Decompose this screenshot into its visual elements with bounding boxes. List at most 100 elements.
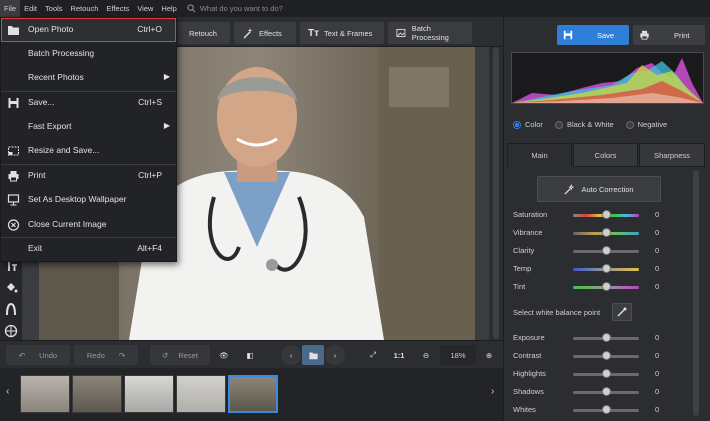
print-icon (640, 30, 649, 40)
menu-tools[interactable]: Tools (41, 0, 67, 17)
thumbnail-selected[interactable] (228, 375, 278, 413)
tab-colors[interactable]: Colors (573, 143, 638, 167)
menu-bar: File Edit Tools Retouch Effects View Hel… (0, 0, 710, 17)
redo-button[interactable]: Redo ↷ (74, 345, 138, 365)
menu-item-resize-save[interactable]: Resize and Save... (1, 139, 176, 163)
resize-icon (8, 146, 19, 156)
print-button[interactable]: Print (633, 25, 705, 45)
tab-label: Text & Frames (324, 28, 373, 38)
white-balance-label: Select white balance point (513, 308, 601, 317)
actual-size-button[interactable]: 1:1 (388, 345, 410, 365)
menu-item-batch-processing[interactable]: Batch Processing (1, 42, 176, 66)
slider-knob[interactable] (602, 405, 611, 414)
slider-saturation[interactable]: Saturation 0 (513, 209, 663, 221)
menu-item-exit[interactable]: Exit Alt+F4 (1, 237, 176, 261)
panel-scrollbar[interactable] (692, 168, 700, 418)
menu-file[interactable]: File (0, 0, 21, 17)
thumbnail[interactable] (124, 375, 174, 413)
tab-sharpness[interactable]: Sharpness (639, 143, 705, 167)
tab-text-frames[interactable]: Tт Text & Frames (300, 22, 384, 44)
tab-effects[interactable]: Effects (234, 22, 296, 44)
tab-label: Batch Processing (411, 24, 449, 42)
reset-button[interactable]: ↺ Reset (150, 345, 210, 365)
mode-black-white[interactable]: Black & White (554, 120, 614, 129)
save-icon (563, 30, 573, 40)
monitor-icon (7, 194, 20, 206)
tab-batch-processing[interactable]: Batch Processing (388, 22, 472, 44)
slider-temp[interactable]: Temp 0 (513, 263, 663, 275)
thumbnail[interactable] (20, 375, 70, 413)
slider-tint[interactable]: Tint 0 (513, 281, 663, 293)
slider-vibrance[interactable]: Vibrance 0 (513, 227, 663, 239)
globe-icon[interactable] (4, 324, 18, 338)
menu-item-save[interactable]: Save... Ctrl+S (1, 91, 176, 115)
slider-knob[interactable] (602, 264, 611, 273)
slider-whites[interactable]: Whites 0 (513, 404, 663, 416)
menu-item-fast-export[interactable]: Fast Export ▶ (1, 115, 176, 139)
slider-shadows[interactable]: Shadows 0 (513, 386, 663, 398)
folder-icon (308, 352, 318, 359)
menu-item-set-wallpaper[interactable]: Set As Desktop Wallpaper (1, 188, 176, 212)
menu-help[interactable]: Help (157, 0, 180, 17)
radio-icon (554, 120, 563, 129)
histogram (511, 52, 704, 104)
zoom-out-icon[interactable]: ⊖ (418, 345, 434, 365)
mode-color[interactable]: Color (513, 120, 543, 129)
tab-main[interactable]: Main (507, 143, 572, 167)
auto-correction-button[interactable]: Auto Correction (537, 176, 661, 202)
redo-icon: ↷ (118, 350, 126, 360)
slider-knob[interactable] (602, 210, 611, 219)
undo-icon: ↶ (18, 350, 26, 360)
submenu-arrow-icon: ▶ (163, 72, 170, 81)
file-menu: Open Photo Ctrl+O Batch Processing Recen… (0, 17, 177, 262)
eye-icon[interactable]: 👁 (214, 345, 234, 365)
prev-arrow-icon[interactable]: ‹ (281, 345, 301, 365)
canvas-scrollbar[interactable] (489, 47, 503, 340)
paint-bucket-icon[interactable] (4, 280, 18, 294)
fit-screen-icon[interactable]: ⤢ (364, 345, 382, 365)
next-arrow-icon[interactable]: › (325, 345, 345, 365)
menu-retouch[interactable]: Retouch (67, 0, 103, 17)
save-button[interactable]: Save (557, 25, 629, 45)
slider-knob[interactable] (602, 333, 611, 342)
slider-clarity[interactable]: Clarity 0 (513, 245, 663, 257)
thumbnail[interactable] (176, 375, 226, 413)
radio-icon (625, 120, 634, 129)
slider-contrast[interactable]: Contrast 0 (513, 350, 663, 362)
menu-edit[interactable]: Edit (20, 0, 41, 17)
images-icon (396, 28, 406, 38)
menu-effects[interactable]: Effects (102, 0, 133, 17)
zoom-in-icon[interactable]: ⊕ (481, 345, 497, 365)
menu-item-print[interactable]: Print Ctrl+P (1, 164, 176, 188)
magic-wand-icon (243, 28, 253, 39)
magic-wand-icon (564, 183, 575, 195)
compare-icon[interactable]: ◧ (240, 345, 260, 365)
slider-exposure[interactable]: Exposure 0 (513, 332, 663, 344)
slider-knob[interactable] (602, 387, 611, 396)
close-circle-icon (7, 219, 20, 231)
slider-knob[interactable] (602, 228, 611, 237)
search-box[interactable]: What do you want to do? (187, 4, 283, 13)
menu-item-close-image[interactable]: Close Current Image (1, 213, 176, 237)
slider-knob[interactable] (602, 351, 611, 360)
zoom-level[interactable]: 18% (440, 345, 476, 365)
eyedropper-button[interactable] (612, 303, 632, 321)
menu-view[interactable]: View (133, 0, 157, 17)
body-shape-icon[interactable] (4, 302, 18, 316)
filmstrip-left-arrow-icon[interactable]: ‹ (6, 386, 9, 397)
print-icon (8, 171, 19, 182)
filmstrip-right-arrow-icon[interactable]: › (491, 386, 494, 397)
slider-knob[interactable] (602, 369, 611, 378)
mode-negative[interactable]: Negative (625, 120, 667, 129)
slider-knob[interactable] (602, 246, 611, 255)
eyedropper-icon (617, 307, 627, 317)
undo-button[interactable]: ↶ Undo (6, 345, 70, 365)
text-icon: Tт (308, 27, 320, 39)
menu-item-recent-photos[interactable]: Recent Photos ▶ (1, 66, 176, 90)
slider-knob[interactable] (602, 282, 611, 291)
thumbnail[interactable] (72, 375, 122, 413)
slider-highlights[interactable]: Highlights 0 (513, 368, 663, 380)
open-folder-button[interactable] (302, 345, 324, 365)
search-input[interactable]: What do you want to do? (200, 4, 283, 13)
menu-item-open-photo[interactable]: Open Photo Ctrl+O (1, 18, 176, 42)
